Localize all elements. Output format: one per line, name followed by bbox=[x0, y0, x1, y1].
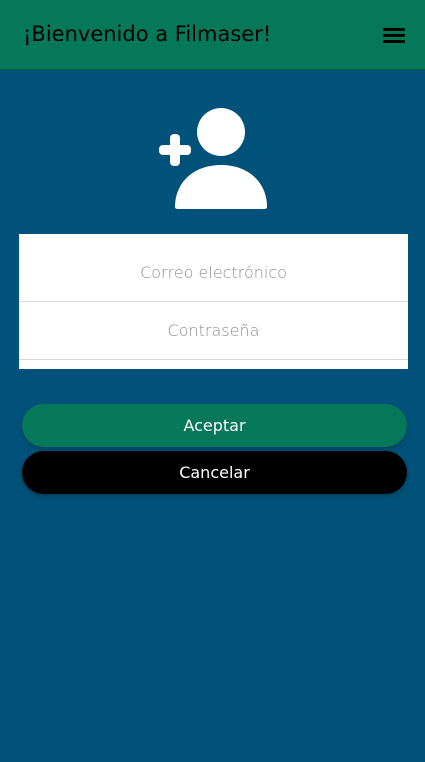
hamburger-menu-icon[interactable] bbox=[383, 28, 405, 44]
user-add-icon bbox=[159, 108, 267, 209]
menu-line bbox=[383, 28, 405, 31]
accept-button[interactable]: Aceptar bbox=[22, 404, 407, 447]
menu-line bbox=[383, 34, 405, 37]
password-field[interactable] bbox=[19, 302, 408, 360]
cancel-button[interactable]: Cancelar bbox=[22, 451, 407, 494]
page-title: ¡Bienvenido a Filmaser! bbox=[23, 22, 272, 46]
login-form-card bbox=[19, 234, 408, 369]
app-header: ¡Bienvenido a Filmaser! bbox=[0, 0, 425, 70]
email-field[interactable] bbox=[19, 244, 408, 302]
menu-line bbox=[383, 40, 405, 43]
